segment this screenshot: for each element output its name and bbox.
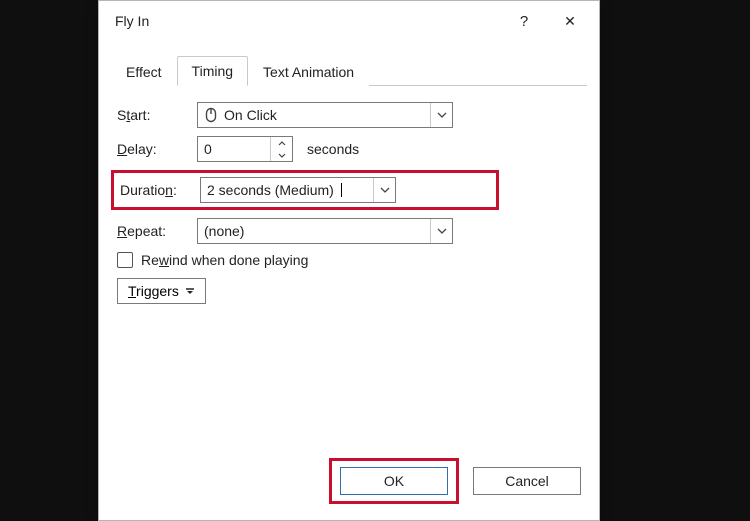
dropdown-arrow-icon [185,286,195,296]
tab-label: Text Animation [263,64,354,80]
spin-down-icon [271,149,292,161]
seconds-label: seconds [307,141,359,157]
triggers-button[interactable]: Triggers [117,278,206,304]
start-combo[interactable]: On Click [197,102,453,128]
spin-up-icon [271,137,292,149]
tab-label: Effect [126,64,162,80]
delay-label: Delay: [117,141,197,157]
help-icon: ? [520,13,528,30]
cancel-button[interactable]: Cancel [473,467,581,495]
tab-text-animation[interactable]: Text Animation [248,57,369,86]
rewind-row: Rewind when done playing [117,252,581,268]
mouse-icon [204,107,218,123]
fly-in-dialog: Fly In ? ✕ Effect Timing Text Animation … [98,0,600,521]
duration-combo[interactable]: 2 seconds (Medium) [200,177,396,203]
text-caret [341,183,342,197]
start-row: Start: On Click [117,102,581,128]
chevron-down-icon [373,178,395,202]
ok-label: OK [384,473,404,489]
spinner-buttons[interactable] [270,137,292,161]
delay-spinner[interactable]: 0 [197,136,293,162]
chevron-down-icon [430,219,452,243]
duration-label: Duration: [120,182,200,198]
triggers-label: Triggers [128,283,179,299]
delay-value: 0 [198,137,270,161]
tab-effect[interactable]: Effect [111,57,177,86]
tab-timing[interactable]: Timing [177,56,249,86]
title-bar: Fly In ? ✕ [99,1,599,41]
repeat-combo[interactable]: (none) [197,218,453,244]
start-value: On Click [198,107,430,123]
rewind-label: Rewind when done playing [141,252,308,268]
close-button[interactable]: ✕ [547,5,593,37]
dialog-title: Fly In [115,13,501,29]
delay-row: Delay: 0 seconds [117,136,581,162]
ok-button[interactable]: OK [340,467,448,495]
timing-form: Start: On Click Delay: 0 [99,86,599,312]
rewind-checkbox[interactable] [117,252,133,268]
duration-highlight: Duration: 2 seconds (Medium) [111,170,499,210]
ok-highlight: OK [329,458,459,504]
chevron-down-icon [430,103,452,127]
repeat-value: (none) [198,223,430,239]
dialog-buttons: OK Cancel [329,458,581,504]
start-label: Start: [117,107,197,123]
duration-value: 2 seconds (Medium) [201,182,373,198]
repeat-row: Repeat: (none) [117,218,581,244]
tab-strip: Effect Timing Text Animation [111,55,587,86]
tab-label: Timing [192,63,234,79]
cancel-label: Cancel [505,473,549,489]
repeat-label: Repeat: [117,223,197,239]
help-button[interactable]: ? [501,5,547,37]
close-icon: ✕ [564,13,576,30]
duration-row: Duration: 2 seconds (Medium) [120,177,490,203]
